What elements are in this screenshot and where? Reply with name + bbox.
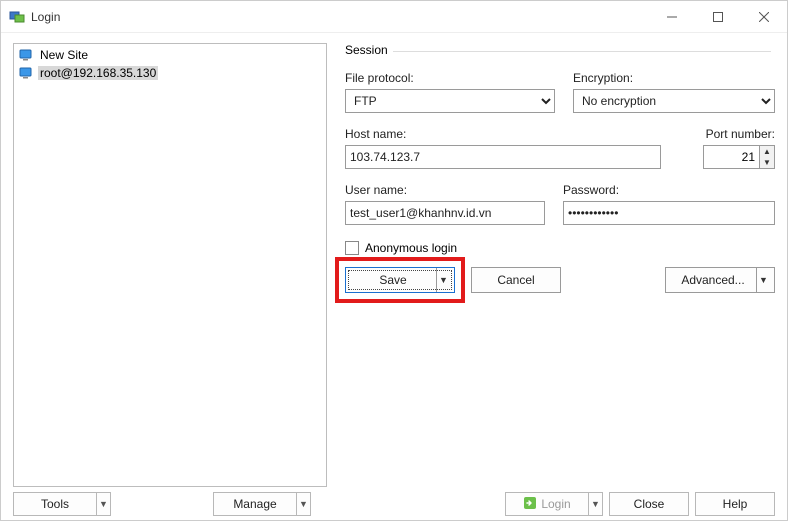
computer-icon — [18, 65, 34, 81]
encryption-select[interactable]: No encryption — [573, 89, 775, 113]
file-protocol-label: File protocol: — [345, 71, 555, 85]
spin-up-icon[interactable]: ▲ — [760, 146, 774, 157]
anonymous-login-row[interactable]: Anonymous login — [345, 241, 775, 255]
site-label: New Site — [38, 48, 90, 62]
save-button-label: Save — [379, 273, 406, 287]
advanced-button[interactable]: Advanced... ▼ — [665, 267, 775, 293]
cancel-button[interactable]: Cancel — [471, 267, 561, 293]
anonymous-label: Anonymous login — [365, 241, 457, 255]
session-group-label: Session — [345, 43, 394, 57]
port-spinner[interactable]: ▲ ▼ — [703, 145, 775, 169]
app-icon — [9, 9, 25, 25]
maximize-button[interactable] — [695, 1, 741, 33]
manage-label: Manage — [214, 497, 296, 511]
login-button[interactable]: Login ▼ — [505, 492, 603, 516]
user-input[interactable] — [345, 201, 545, 225]
password-label: Password: — [563, 183, 775, 197]
minimize-button[interactable] — [649, 1, 695, 33]
footer-bar: Tools ▼ Manage ▼ Login ▼ Close Help — [1, 487, 787, 521]
tools-button[interactable]: Tools ▼ — [13, 492, 111, 516]
save-button[interactable]: Save ▼ — [345, 267, 455, 293]
port-input[interactable] — [703, 145, 759, 169]
password-input[interactable] — [563, 201, 775, 225]
chevron-down-icon[interactable]: ▼ — [588, 493, 602, 515]
login-icon — [523, 496, 537, 513]
chevron-down-icon[interactable]: ▼ — [96, 493, 110, 515]
site-label: root@192.168.35.130 — [38, 66, 158, 80]
login-label: Login — [541, 497, 570, 511]
site-list[interactable]: New Site root@192.168.35.130 — [13, 43, 327, 487]
chevron-down-icon[interactable]: ▼ — [436, 268, 450, 292]
cancel-button-label: Cancel — [497, 273, 534, 287]
user-label: User name: — [345, 183, 545, 197]
close-button[interactable] — [741, 1, 787, 33]
anonymous-checkbox[interactable] — [345, 241, 359, 255]
close-dialog-button[interactable]: Close — [609, 492, 689, 516]
dialog-content: New Site root@192.168.35.130 Session Fil… — [1, 33, 787, 487]
site-icon — [18, 47, 34, 63]
close-label: Close — [634, 497, 665, 511]
host-input[interactable] — [345, 145, 661, 169]
chevron-down-icon[interactable]: ▼ — [756, 268, 770, 292]
chevron-down-icon[interactable]: ▼ — [296, 493, 310, 515]
encryption-label: Encryption: — [573, 71, 775, 85]
site-item-root[interactable]: root@192.168.35.130 — [16, 64, 324, 82]
window-title: Login — [31, 10, 60, 24]
tools-label: Tools — [14, 497, 96, 511]
help-label: Help — [723, 497, 748, 511]
help-button[interactable]: Help — [695, 492, 775, 516]
group-line — [393, 51, 771, 52]
session-panel: Session File protocol: FTP Encryption: N… — [345, 43, 775, 487]
manage-button[interactable]: Manage ▼ — [213, 492, 311, 516]
site-item-new[interactable]: New Site — [16, 46, 324, 64]
port-label: Port number: — [706, 127, 775, 141]
advanced-button-label: Advanced... — [681, 273, 744, 287]
title-bar: Login — [1, 1, 787, 33]
spin-down-icon[interactable]: ▼ — [760, 157, 774, 168]
file-protocol-select[interactable]: FTP — [345, 89, 555, 113]
host-label: Host name: — [345, 127, 661, 141]
